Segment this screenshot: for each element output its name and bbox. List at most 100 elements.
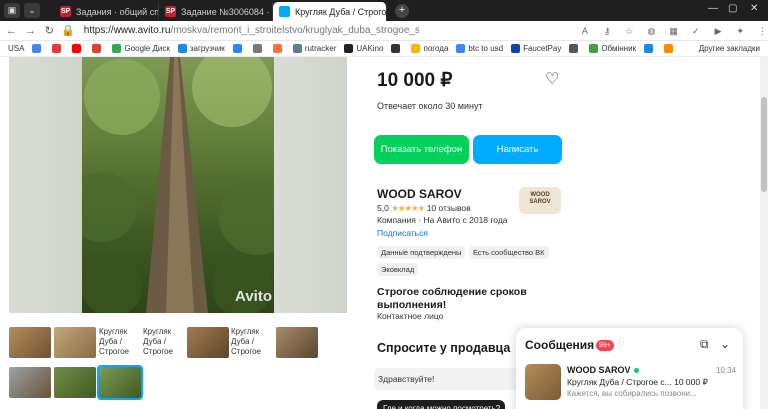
forward-icon[interactable]: → xyxy=(23,25,38,37)
conversation-thumbnail[interactable] xyxy=(525,364,561,400)
bookmark-label: rutracker xyxy=(304,44,337,53)
translate-icon[interactable]: A xyxy=(579,25,590,37)
bookmark-icon-only[interactable] xyxy=(272,44,285,53)
bookmark-icon-only[interactable] xyxy=(72,44,84,53)
badge-eco: Эковклад xyxy=(377,263,419,276)
bookmark-icon-only[interactable] xyxy=(252,44,265,53)
scrollbar-thumb[interactable] xyxy=(761,97,767,192)
extension-icon[interactable]: ◍ xyxy=(646,25,657,37)
bookmark-faucetpay[interactable]: FaucetPay xyxy=(511,44,561,53)
tab-avito-listing[interactable]: Кругляк Дуба / Строгое ✕ xyxy=(273,2,387,21)
url-host: https://www.avito.ru xyxy=(83,25,171,36)
bookmark-star-icon[interactable]: ☆ xyxy=(624,25,635,37)
ask-seller-title: Спросите у продавца xyxy=(377,341,511,355)
listing-gallery[interactable]: Avito xyxy=(9,57,347,313)
thumbnail-alt-text: Кругляк Дуба / Строгое xyxy=(99,327,129,356)
tab-task-3006084[interactable]: SP Задание №3006084 · про xyxy=(159,2,273,21)
address-bar[interactable]: https://www.avito.ru/moskva/remont_i_str… xyxy=(84,25,420,36)
bookmark-google-drive[interactable]: Google Диск xyxy=(112,44,170,53)
thumbnail[interactable] xyxy=(54,327,96,358)
bookmark-uakino[interactable]: UAKino xyxy=(344,44,383,53)
messages-popup: Сообщения 99+ ⧉ ⌄ WOOD SAROV 10:34 Кругл… xyxy=(516,328,743,409)
thumbnail[interactable] xyxy=(9,367,51,398)
bookmark-weather[interactable]: погода xyxy=(411,44,448,53)
show-phone-button[interactable]: Показать телефон xyxy=(374,135,469,164)
bookmark-exchanger[interactable]: Обмінник xyxy=(589,44,636,53)
tab-label: Задание №3006084 · про xyxy=(181,6,272,17)
badge-vk: Есть сообщество ВК xyxy=(469,246,549,259)
heart-favorite-icon[interactable]: ♡ xyxy=(545,69,559,89)
bookmark-icon-only[interactable] xyxy=(52,44,64,53)
seller-logo[interactable]: WOOD SAROV xyxy=(519,187,561,214)
bookmark-label: FaucetPay xyxy=(523,44,562,53)
extension-icon[interactable]: ✓ xyxy=(690,25,701,37)
seller-rating[interactable]: 5,0 ★★★★★ 10 отзывов xyxy=(377,203,471,214)
bookmark-label: Обмінник xyxy=(601,44,637,53)
thumbnail-broken[interactable]: Кругляк Дуба / Строгое xyxy=(99,327,141,358)
reviews-link[interactable]: 10 отзывов xyxy=(427,203,471,213)
new-tab-button[interactable]: + xyxy=(395,3,409,18)
seller-name[interactable]: WOOD SAROV xyxy=(377,187,462,201)
seller-logo-text: WOOD SAROV xyxy=(529,192,551,205)
write-message-button[interactable]: Написать xyxy=(473,135,562,164)
back-icon[interactable]: ← xyxy=(4,25,19,37)
conversation-time: 10:34 xyxy=(715,366,736,375)
conversation-name[interactable]: WOOD SAROV xyxy=(567,365,639,375)
quick-question-button[interactable]: Где и когда можно посмотреть? xyxy=(377,400,505,409)
bookmark-icon-only[interactable] xyxy=(644,44,656,53)
tab-strip: ▣ ⌄ SP Задания · общий список SP Задание… xyxy=(0,0,768,21)
maximize-icon[interactable]: ▢ xyxy=(728,3,737,14)
bookmark-icon-only[interactable] xyxy=(391,44,403,53)
bookmark-usa[interactable]: USA xyxy=(8,44,24,53)
lock-icon[interactable]: 🔒 xyxy=(61,24,76,37)
bookmark-icon-only[interactable] xyxy=(232,44,245,53)
chevron-down-icon[interactable]: ⌄ xyxy=(720,337,730,351)
thumbnail[interactable] xyxy=(9,327,51,358)
page-content: Avito Кругляк Дуба / Строгое Кругляк Дуб… xyxy=(0,57,768,409)
key-icon[interactable]: ⚷ xyxy=(602,25,613,37)
gallery-blur-right xyxy=(274,57,347,313)
oak-tree-image xyxy=(67,57,295,313)
extension-icon[interactable]: ▦ xyxy=(668,25,679,37)
sp-favicon-icon: SP xyxy=(60,6,71,17)
thumbnail-alt-text: Кругляк Дуба / Строгое xyxy=(231,327,261,356)
conversation-item[interactable]: Кругляк Дуба / Строгое с... 10 000 ₽ xyxy=(567,377,708,388)
thumbnail[interactable] xyxy=(276,327,318,358)
bookmark-icon-only[interactable] xyxy=(92,44,104,53)
extension-icon[interactable]: ▶ xyxy=(712,25,723,37)
subscribe-link[interactable]: Подписаться xyxy=(377,228,428,238)
menu-icon[interactable]: ⋮ xyxy=(757,25,768,37)
thumbnail-selected[interactable] xyxy=(97,365,143,400)
bookmark-label: UAKino xyxy=(356,44,384,53)
close-window-icon[interactable]: ✕ xyxy=(750,3,758,14)
bookmark-downloader[interactable]: загрузчик xyxy=(177,44,225,53)
thumbnail[interactable] xyxy=(187,327,229,358)
thumbnail[interactable] xyxy=(54,367,96,398)
thumbnail-broken[interactable]: Кругляк Дуба / Строгое xyxy=(231,327,273,358)
gallery-blur-left xyxy=(9,57,82,313)
bookmark-btc[interactable]: btc to usd xyxy=(456,44,503,53)
bookmark-icon-only[interactable] xyxy=(32,44,44,53)
unread-count-badge: 99+ xyxy=(596,340,614,351)
sp-favicon-icon: SP xyxy=(165,6,176,17)
badge-verified: Данные подтверждены xyxy=(377,246,466,259)
thumbnail-broken[interactable]: Кругляк Дуба / Строгое xyxy=(143,327,185,358)
navigation-bar: ← → ↻ 🔒 https://www.avito.ru/moskva/remo… xyxy=(0,21,768,41)
bookmark-rutracker[interactable]: rutracker xyxy=(292,44,337,53)
minimize-icon[interactable]: — xyxy=(708,3,718,14)
reload-icon[interactable]: ↻ xyxy=(42,24,57,37)
bookmark-icon-only[interactable] xyxy=(569,44,581,53)
main-photo[interactable] xyxy=(67,57,295,313)
extensions-puzzle-icon[interactable]: ✦ xyxy=(735,25,746,37)
bookmark-label: Google Диск xyxy=(124,44,170,53)
bookmark-label: btc to usd xyxy=(468,44,504,53)
bookmark-icon-only[interactable] xyxy=(664,44,676,53)
rating-value: 5,0 xyxy=(377,203,389,213)
tab-list-icon[interactable]: ⌄ xyxy=(24,3,40,18)
page-scrollbar[interactable] xyxy=(760,57,768,409)
workspace-icon[interactable]: ▣ xyxy=(4,3,20,18)
open-external-icon[interactable]: ⧉ xyxy=(700,337,709,352)
tab-tasks[interactable]: SP Задания · общий список xyxy=(54,2,159,21)
other-bookmarks[interactable]: Другие закладки xyxy=(699,44,760,53)
tab-label: Кругляк Дуба / Строгое xyxy=(295,6,387,17)
